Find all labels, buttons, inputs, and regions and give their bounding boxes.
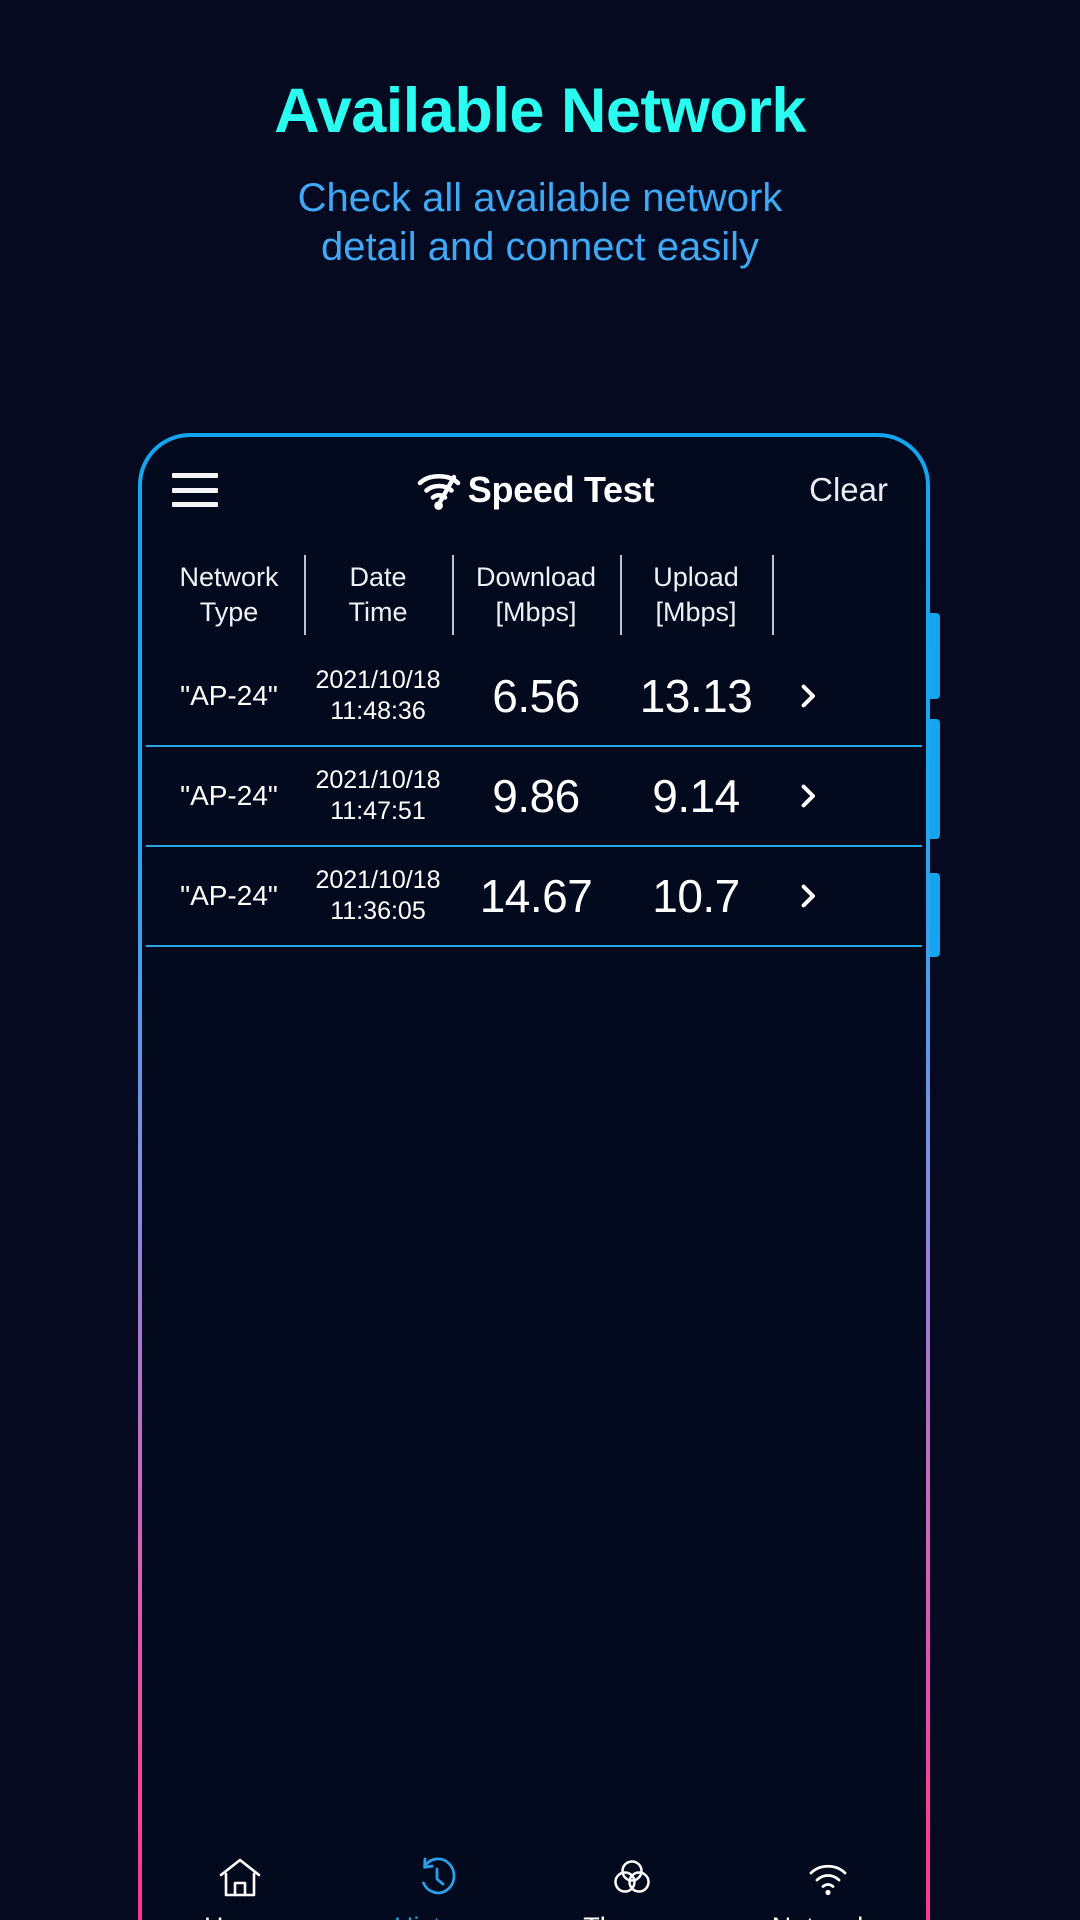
phone-screen: Speed Test Clear Network Type Date Time [142, 437, 926, 1920]
nav-item-networks[interactable]: Networks [730, 1853, 926, 1920]
cell-time: 11:47:51 [330, 797, 426, 825]
chevron-right-icon [793, 881, 823, 911]
cell-date: 2021/10/18 [315, 665, 441, 694]
nav-label-networks: Networks [772, 1912, 885, 1920]
column-header-line2: [Mbps] [655, 597, 737, 627]
chevron-right-icon [793, 681, 823, 711]
cell-date-time: 2021/10/18 11:47:51 [304, 765, 452, 828]
cell-upload: 10.7 [652, 870, 740, 922]
column-header-date-time: Date Time [304, 543, 452, 647]
column-header-upload: Upload [Mbps] [620, 543, 772, 647]
table-row[interactable]: "AP-24" 2021/10/18 11:36:05 14.67 10.7 [146, 847, 922, 947]
cell-upload: 9.14 [652, 770, 740, 822]
row-detail-button[interactable] [772, 681, 844, 711]
nav-label-themes: Themes [583, 1912, 681, 1920]
screenshot-root: Available Network Check all available ne… [0, 0, 1080, 1920]
column-header-line2: [Mbps] [495, 597, 577, 627]
promo-subtitle: Check all available network detail and c… [0, 174, 1080, 272]
nav-item-themes[interactable]: Themes [534, 1853, 730, 1920]
column-header-network-type: Network Type [154, 543, 304, 647]
cell-network-type: "AP-24" [180, 880, 278, 911]
row-detail-button[interactable] [772, 881, 844, 911]
promo-title: Available Network [274, 76, 806, 146]
history-clock-icon [411, 1853, 461, 1903]
hamburger-bar [172, 487, 218, 493]
nav-item-history[interactable]: History [338, 1853, 534, 1920]
hamburger-menu-icon[interactable] [172, 473, 218, 507]
promo-subtitle-line1: Check all available network [297, 176, 783, 221]
cell-date-time: 2021/10/18 11:36:05 [304, 865, 452, 928]
cell-network-type: "AP-24" [180, 680, 278, 711]
nav-label-history: History [394, 1912, 478, 1920]
app-title: Speed Test [467, 469, 655, 510]
hamburger-bar [172, 502, 218, 507]
hamburger-bar [172, 473, 218, 478]
cell-network-type: "AP-24" [180, 780, 278, 811]
cell-date: 2021/10/18 [315, 765, 441, 794]
cell-time: 11:36:05 [330, 897, 426, 925]
cell-upload: 13.13 [639, 670, 753, 722]
table-row[interactable]: "AP-24" 2021/10/18 11:47:51 9.86 9.14 [146, 747, 922, 847]
column-header-line1: Download [475, 562, 597, 593]
phone-side-button-3[interactable] [930, 873, 940, 957]
chevron-right-icon [793, 781, 823, 811]
wifi-icon [803, 1853, 853, 1903]
app-bar: Speed Test Clear [142, 437, 926, 543]
column-header-line1: Upload [653, 562, 739, 593]
history-table: Network Type Date Time Download [Mbps] U… [142, 543, 926, 947]
column-header-line2: Type [199, 597, 259, 627]
phone-frame: Speed Test Clear Network Type Date Time [138, 433, 940, 1920]
table-row[interactable]: "AP-24" 2021/10/18 11:48:36 6.56 13.13 [146, 647, 922, 747]
cell-download: 9.86 [492, 770, 580, 822]
clear-button[interactable]: Clear [809, 471, 888, 509]
nav-label-home: Home [204, 1912, 276, 1920]
cell-date: 2021/10/18 [315, 865, 441, 894]
promo-subtitle-line2: detail and connect easily [320, 224, 760, 269]
table-header-row: Network Type Date Time Download [Mbps] U… [146, 543, 922, 647]
column-header-spacer [772, 543, 844, 647]
home-icon [215, 1853, 265, 1903]
themes-circles-icon [607, 1853, 657, 1903]
bottom-navigation: Home History [142, 1839, 926, 1920]
wifi-speed-gauge-icon [414, 467, 466, 513]
column-header-download: Download [Mbps] [452, 543, 620, 647]
column-header-line1: Network [179, 562, 279, 593]
column-header-line1: Date [349, 562, 407, 593]
phone-side-button-1[interactable] [930, 613, 940, 699]
cell-date-time: 2021/10/18 11:48:36 [304, 665, 452, 728]
cell-download: 6.56 [492, 670, 580, 722]
cell-download: 14.67 [479, 870, 593, 922]
promo-header: Available Network Check all available ne… [0, 0, 1080, 272]
row-detail-button[interactable] [772, 781, 844, 811]
nav-item-home[interactable]: Home [142, 1853, 338, 1920]
phone-side-button-2[interactable] [930, 719, 940, 839]
column-header-line2: Time [348, 597, 408, 627]
cell-time: 11:48:36 [330, 697, 426, 725]
